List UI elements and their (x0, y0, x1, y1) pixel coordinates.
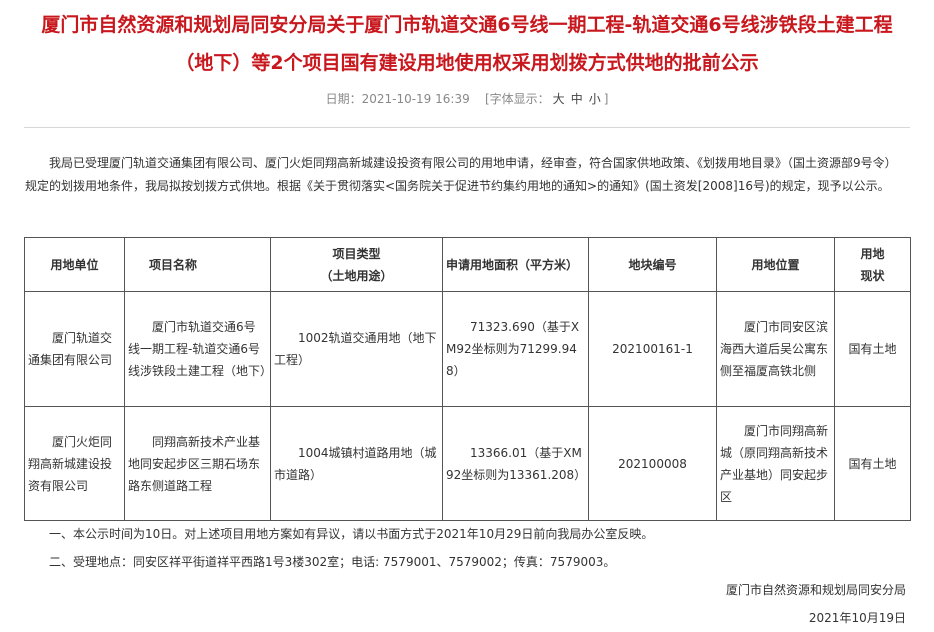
signature-date: 2021年10月19日 (808, 611, 906, 625)
signature-org: 厦门市自然资源和规划局同安分局 (725, 583, 906, 597)
page-title: 厦门市自然资源和规划局同安分局关于厦门市轨道交通6号线一期工程-轨道交通6号线涉… (0, 6, 934, 82)
article-meta: 日期：2021-10-19 16:39 [字体显示：大中小] (0, 90, 934, 108)
publish-date: 日期：2021-10-19 16:39 (325, 92, 470, 106)
cell-project-type: 1002轨道交通用地（地下工程） (270, 291, 443, 407)
cell-unit: 厦门火炬同翔高新城建设投资有限公司 (24, 406, 125, 521)
font-size-small-link[interactable]: 小 (589, 92, 601, 106)
header-project-type: 项目类型 （土地用途） (270, 237, 443, 292)
cell-project-name: 厦门市轨道交通6号线一期工程-轨道交通6号线涉铁段土建工程（地下） (124, 291, 272, 407)
header-land-status: 用地 现状 (834, 237, 911, 292)
cell-parcel-number: 202100161-1 (588, 291, 717, 407)
header-area: 申请用地面积（平方米） (442, 237, 589, 292)
font-size-prefix: [字体显示： (484, 92, 550, 106)
font-size-large-link[interactable]: 大 (553, 92, 565, 106)
title-line-1: 厦门市自然资源和规划局同安分局关于厦门市轨道交通6号线一期工程-轨道交通6号线涉… (41, 14, 893, 36)
cell-location: 厦门市同安区滨海西大道后吴公寓东侧至福厦高铁北侧 (716, 291, 835, 407)
cell-land-status: 国有土地 (834, 291, 911, 407)
cell-project-type: 1004城镇村道路用地（城市道路） (270, 406, 443, 521)
cell-parcel-number: 202100008 (588, 406, 717, 521)
cell-unit: 厦门轨道交通集团有限公司 (24, 291, 125, 407)
intro-paragraph: 我局已受理厦门轨道交通集团有限公司、厦门火炬同翔高新城建设投资有限公司的用地申请… (25, 156, 897, 193)
cell-location: 厦门市同翔高新城（原同翔高新技术产业基地）同安起步区 (716, 406, 835, 521)
table-row: 厦门轨道交通集团有限公司 厦门市轨道交通6号线一期工程-轨道交通6号线涉铁段土建… (24, 291, 911, 407)
table-row: 厦门火炬同翔高新城建设投资有限公司 同翔高新技术产业基地同安起步区三期石场东路东… (24, 406, 911, 521)
cell-area: 13366.01（基于XM92坐标则为13361.208） (442, 406, 589, 521)
cell-project-name: 同翔高新技术产业基地同安起步区三期石场东路东侧道路工程 (124, 406, 271, 521)
note-contact-info: 二、受理地点：同安区祥平街道祥平西路1号3楼302室；电话: 7579001、7… (49, 555, 616, 569)
font-size-medium-link[interactable]: 中 (571, 92, 583, 106)
font-size-suffix: ] (603, 92, 609, 106)
header-unit: 用地单位 (24, 237, 125, 292)
table-header-row: 用地单位 项目名称 项目类型 （土地用途） 申请用地面积（平方米） 地块编号 用… (24, 237, 911, 292)
cell-land-status: 国有土地 (834, 406, 911, 521)
land-use-table: 用地单位 项目名称 项目类型 （土地用途） 申请用地面积（平方米） 地块编号 用… (24, 237, 911, 521)
header-project-name: 项目名称 (124, 237, 271, 292)
header-divider (24, 127, 910, 128)
note-publicity-period: 一、本公示时间为10日。对上述项目用地方案如有异议，请以书面方式于2021年10… (49, 527, 654, 541)
header-location: 用地位置 (716, 237, 835, 292)
cell-area: 71323.690（基于XM92坐标则为71299.948） (442, 291, 589, 407)
title-line-2: （地下）等2个项目国有建设用地使用权采用划拨方式供地的批前公示 (175, 52, 759, 74)
header-parcel-number: 地块编号 (588, 237, 717, 292)
